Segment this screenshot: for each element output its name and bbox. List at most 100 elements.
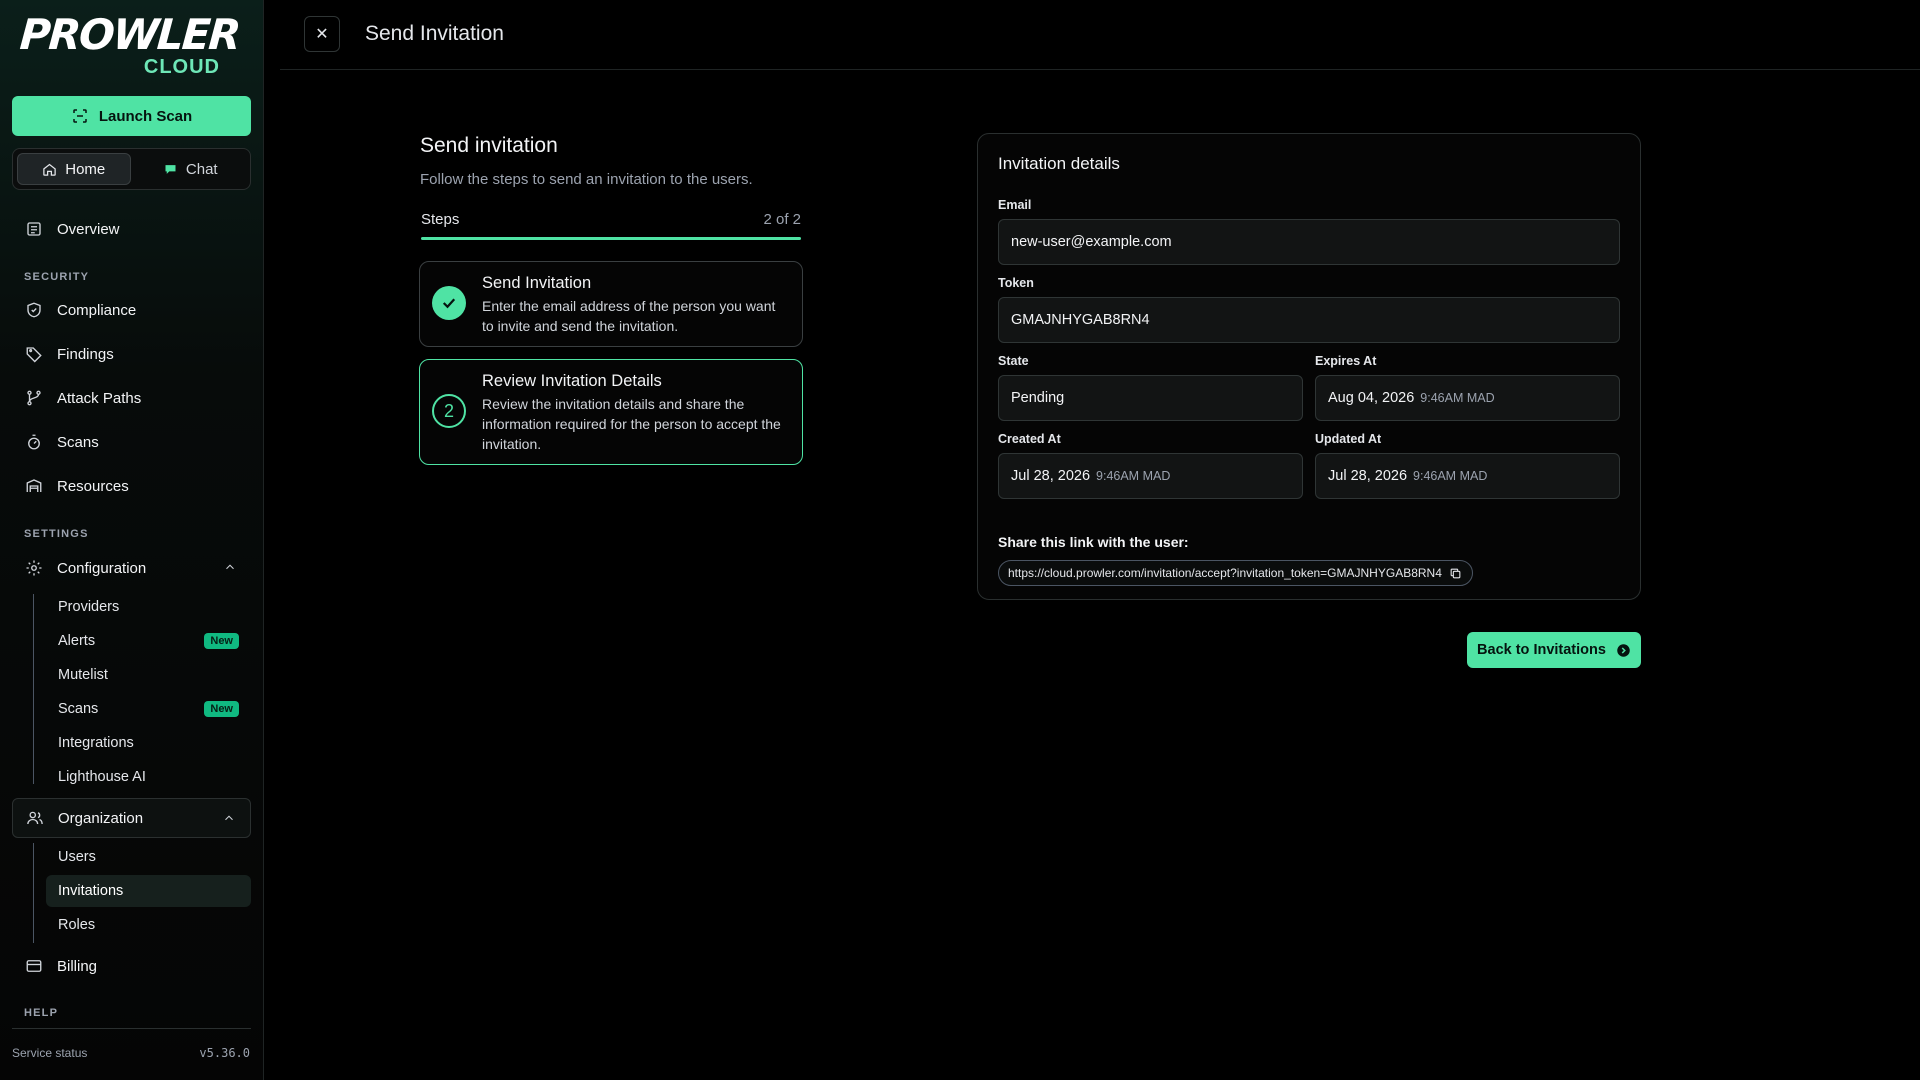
new-badge: New — [204, 701, 239, 717]
launch-scan-button[interactable]: Launch Scan — [12, 96, 251, 136]
section-label-security: SECURITY — [24, 271, 90, 283]
back-to-invitations-button[interactable]: Back to Invitations — [1467, 632, 1641, 668]
sidebar-item-label: Compliance — [57, 301, 137, 319]
sidebar-item-label: Attack Paths — [57, 389, 142, 407]
created-at-label: Created At — [998, 432, 1061, 446]
sidebar-subitem-integrations[interactable]: Integrations — [46, 727, 251, 759]
copy-icon[interactable] — [1449, 567, 1462, 580]
segment-home-label: Home — [65, 160, 106, 178]
gear-icon — [26, 560, 42, 576]
email-value: new-user@example.com — [1011, 234, 1172, 250]
sidebar-item-label: Configuration — [57, 559, 147, 577]
sidebar-subitem-invitations[interactable]: Invitations — [46, 875, 251, 907]
users-icon — [27, 811, 43, 825]
segment-chat-label: Chat — [185, 160, 218, 178]
step-card-review-details[interactable]: 2 Review Invitation Details Review the i… — [419, 359, 803, 465]
expires-at-label: Expires At — [1315, 354, 1377, 368]
segment-chat[interactable]: Chat — [135, 153, 247, 185]
created-date: Jul 28, 2026 — [1011, 468, 1091, 484]
updated-date: Jul 28, 2026 — [1328, 468, 1408, 484]
created-at-field[interactable]: Jul 28, 2026 9:46AM MAD — [998, 453, 1303, 499]
token-label: Token — [998, 276, 1034, 290]
state-label: State — [998, 354, 1029, 368]
version-label: v5.36.0 — [199, 1046, 250, 1060]
share-link-label: Share this link with the user: — [998, 534, 1189, 550]
home-icon — [43, 163, 56, 176]
tag-icon — [26, 347, 42, 363]
step-description: Enter the email address of the person yo… — [482, 298, 776, 334]
scan-icon — [73, 109, 87, 123]
share-link-text: https://cloud.prowler.com/invitation/acc… — [1008, 566, 1442, 580]
sidebar-item-findings[interactable]: Findings — [12, 334, 251, 374]
state-field[interactable]: Pending — [998, 375, 1303, 421]
subitem-label: Providers — [58, 599, 120, 615]
sidebar-item-attack-paths[interactable]: Attack Paths — [12, 378, 251, 418]
section-label-settings: SETTINGS — [24, 528, 89, 540]
share-link-snippet[interactable]: https://cloud.prowler.com/invitation/acc… — [998, 560, 1473, 586]
back-button-label: Back to Invitations — [1477, 642, 1606, 658]
organization-tree-line — [33, 843, 34, 943]
subitem-label: Roles — [58, 917, 96, 933]
sidebar-item-organization[interactable]: Organization — [12, 798, 251, 838]
sidebar-item-label: Resources — [57, 477, 129, 495]
section-label-help: HELP — [24, 1007, 59, 1019]
expires-at-field[interactable]: Aug 04, 2026 9:46AM MAD — [1315, 375, 1620, 421]
steps-progress-count: 2 of 2 — [763, 211, 801, 228]
expires-date: Aug 04, 2026 — [1328, 390, 1415, 406]
sidebar-subitem-mutelist[interactable]: Mutelist — [46, 659, 251, 691]
email-label: Email — [998, 198, 1032, 212]
subitem-label: Scans — [58, 701, 99, 717]
updated-at-field[interactable]: Jul 28, 2026 9:46AM MAD — [1315, 453, 1620, 499]
sidebar-subitem-roles[interactable]: Roles — [46, 909, 251, 941]
page-title: Send Invitation — [365, 22, 504, 45]
step-number: 2 — [432, 394, 466, 428]
steps-progress-label: Steps — [421, 211, 460, 228]
steps-subtitle: Follow the steps to send an invitation t… — [420, 171, 753, 188]
launch-scan-label: Launch Scan — [98, 107, 193, 125]
logo-wordmark: PROWLER — [18, 10, 241, 59]
sidebar-subitem-alerts[interactable]: Alerts New — [46, 625, 251, 657]
token-value: GMAJNHYGAB8RN4 — [1011, 312, 1150, 328]
config-tree-line — [33, 594, 34, 784]
close-button[interactable]: ✕ — [304, 16, 340, 52]
updated-at-label: Updated At — [1315, 432, 1382, 446]
prowler-logo[interactable]: PROWLER CLOUD — [18, 10, 241, 82]
sidebar-item-compliance[interactable]: Compliance — [12, 290, 251, 330]
sidebar-divider — [12, 1028, 251, 1029]
invitation-details-card: Invitation details Email new-user@exampl… — [977, 133, 1641, 600]
top-bar: ✕ Send Invitation — [280, 0, 1920, 70]
chevron-up-icon[interactable] — [222, 811, 236, 825]
sidebar-subitem-lighthouse-ai[interactable]: Lighthouse AI — [46, 761, 251, 793]
state-value: Pending — [1011, 390, 1065, 406]
sidebar-item-overview[interactable]: Overview — [12, 209, 251, 249]
subitem-label: Invitations — [58, 883, 124, 899]
sidebar-subitem-providers[interactable]: Providers — [46, 591, 251, 623]
sidebar-item-billing[interactable]: Billing — [12, 946, 251, 986]
updated-time: 9:46AM MAD — [1413, 469, 1488, 483]
sidebar-item-resources[interactable]: Resources — [12, 466, 251, 506]
details-title: Invitation details — [998, 154, 1120, 173]
step-title: Review Invitation Details — [482, 372, 662, 390]
logo-suffix: CLOUD — [143, 56, 220, 78]
chevron-up-icon[interactable] — [223, 560, 237, 574]
email-field[interactable]: new-user@example.com — [998, 219, 1620, 265]
step-card-send-invitation[interactable]: Send Invitation Enter the email address … — [419, 261, 803, 347]
token-field[interactable]: GMAJNHYGAB8RN4 — [998, 297, 1620, 343]
sidebar-subitem-users[interactable]: Users — [46, 841, 251, 873]
segment-home[interactable]: Home — [17, 153, 131, 185]
service-status-link[interactable]: Service status — [12, 1046, 87, 1060]
new-badge: New — [204, 633, 239, 649]
subitem-label: Mutelist — [58, 667, 108, 683]
arrow-circle-icon — [1617, 643, 1630, 657]
subitem-label: Integrations — [58, 735, 134, 751]
sidebar-subitem-scans[interactable]: Scans New — [46, 693, 251, 725]
sidebar-item-scans[interactable]: Scans — [12, 422, 251, 462]
chat-icon — [165, 164, 176, 174]
subitem-label: Users — [58, 849, 96, 865]
expires-time: 9:46AM MAD — [1420, 391, 1495, 405]
home-chat-switch: Home Chat — [12, 148, 251, 190]
credit-card-icon — [26, 960, 42, 972]
sidebar-item-label: Organization — [58, 809, 144, 827]
sidebar-item-configuration[interactable]: Configuration — [12, 548, 251, 588]
timer-icon — [28, 434, 40, 450]
